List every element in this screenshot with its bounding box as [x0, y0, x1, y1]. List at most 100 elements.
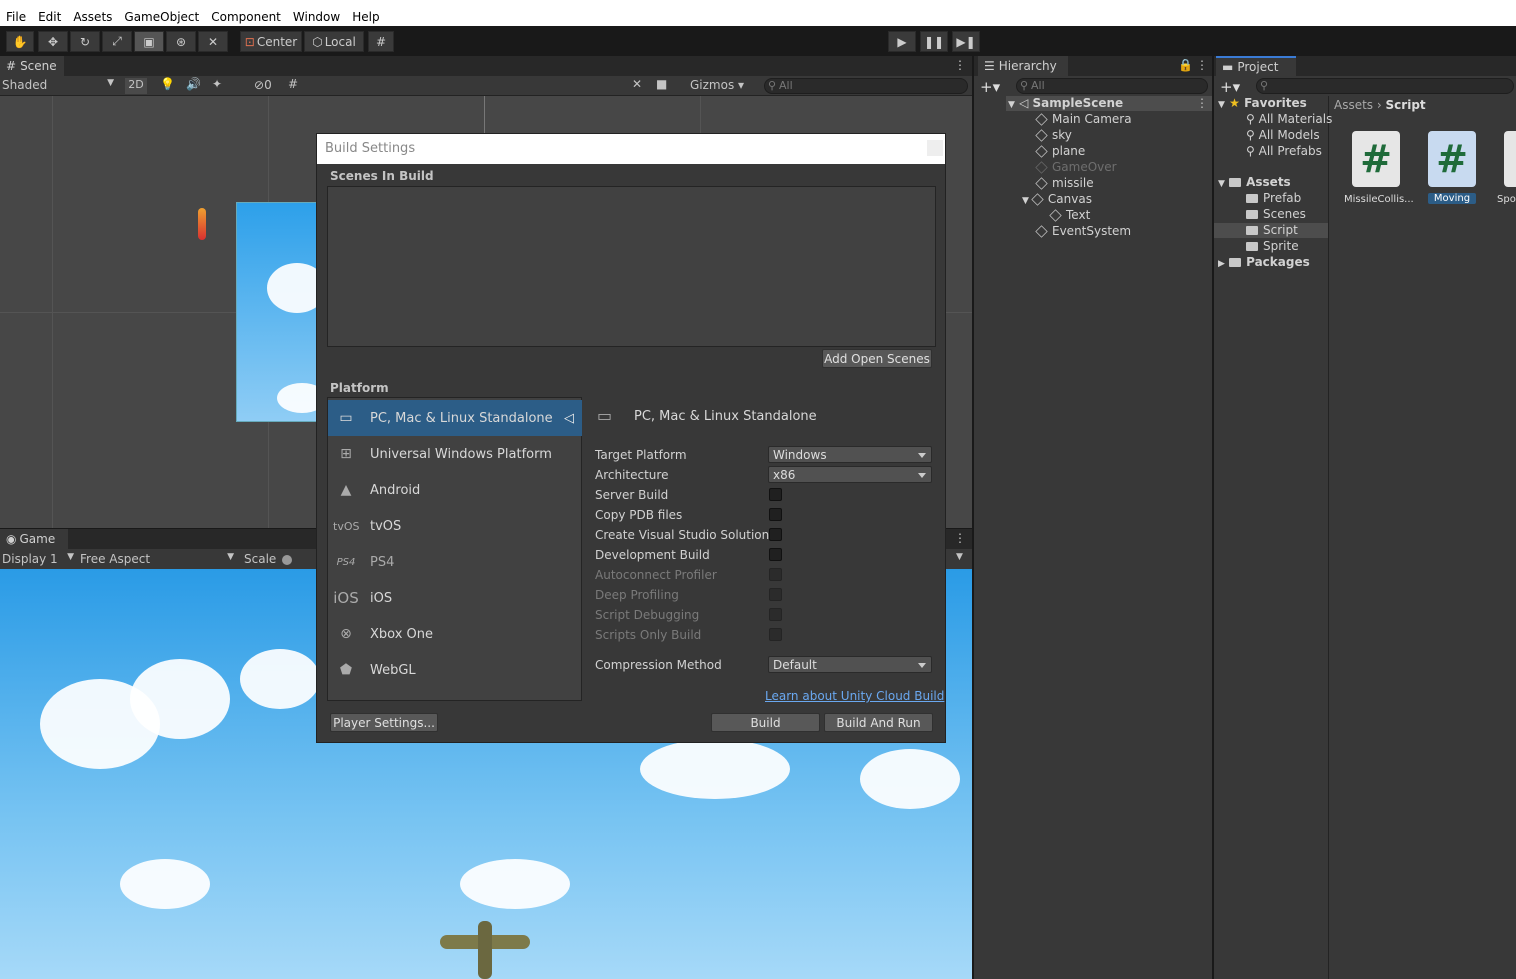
add-icon[interactable]: +▾ [980, 78, 1000, 96]
shading-dropdown[interactable]: Shaded ▼ [2, 78, 116, 94]
cloud-build-link[interactable]: Learn about Unity Cloud Build [765, 689, 944, 703]
scale-slider[interactable] [282, 555, 292, 565]
tab-game[interactable]: ◉ Game [0, 529, 68, 549]
transform-tool-icon[interactable]: ⊛ [166, 31, 196, 52]
menu-window[interactable]: Window [287, 10, 346, 24]
asset-folder[interactable]: Prefab [1246, 191, 1301, 205]
platform-item-ios[interactable]: iOS iOS [328, 580, 582, 616]
pause-button[interactable]: ❚❚ [920, 31, 948, 52]
tab-project[interactable]: ▬ Project [1216, 56, 1296, 76]
asset-file-label: MissileCollis... [1344, 194, 1414, 205]
aspect-dropdown[interactable]: Free Aspect ▼ [80, 552, 234, 566]
hierarchy-item[interactable]: ▼ Canvas [1022, 192, 1092, 206]
step-button[interactable]: ▶❚ [952, 31, 980, 52]
scene-menu-icon[interactable]: ⋮ [1196, 96, 1208, 110]
dev-build-checkbox[interactable] [769, 548, 782, 561]
menu-edit[interactable]: Edit [32, 10, 67, 24]
grid-snap-icon[interactable]: # [368, 31, 394, 52]
favorites-folder[interactable]: ▼ ★ Favorites [1218, 96, 1307, 110]
breadcrumb-item[interactable]: Assets [1334, 98, 1373, 112]
hierarchy-item[interactable]: EventSystem [1035, 224, 1131, 238]
favorite-item[interactable]: ⚲ All Prefabs [1246, 144, 1322, 158]
tools-icon[interactable]: ✕ [632, 77, 642, 91]
platform-item-pc[interactable]: ▭ PC, Mac & Linux Standalone ◁ [328, 400, 582, 436]
menu-gameobject[interactable]: GameObject [118, 10, 205, 24]
platform-item-ps4[interactable]: PS4 PS4 [328, 544, 582, 580]
item-label: All Prefabs [1258, 144, 1322, 158]
add-icon[interactable]: +▾ [1220, 78, 1240, 96]
add-open-scenes-button[interactable]: Add Open Scenes [822, 349, 932, 368]
build-button[interactable]: Build [711, 713, 820, 732]
copy-pdb-checkbox[interactable] [769, 508, 782, 521]
platform-item-xbox[interactable]: ⊗ Xbox One [328, 616, 582, 652]
hierarchy-item[interactable]: Text [1049, 208, 1090, 222]
hierarchy-item[interactable]: Main Camera [1035, 112, 1132, 126]
scene-search-input[interactable]: ⚲ All [764, 78, 968, 94]
hierarchy-item[interactable]: plane [1035, 144, 1086, 158]
menu-help[interactable]: Help [346, 10, 385, 24]
hierarchy-scene-item[interactable]: ▼ ◁ SampleScene [1008, 96, 1123, 110]
menu-component[interactable]: Component [205, 10, 287, 24]
display-dropdown[interactable]: Display 1 ▼ [2, 552, 74, 566]
2d-toggle[interactable]: 2D [125, 78, 147, 94]
scale-tool-icon[interactable]: ⤢ [102, 31, 132, 52]
play-button[interactable]: ▶ [888, 31, 916, 52]
server-build-checkbox[interactable] [769, 488, 782, 501]
chevron-down-icon[interactable]: ▼ [956, 552, 963, 562]
compression-dropdown[interactable]: Default [768, 656, 932, 673]
scenes-list[interactable] [327, 186, 936, 347]
hierarchy-item-inactive[interactable]: GameOver [1035, 160, 1117, 174]
item-label: plane [1052, 144, 1086, 158]
pivot-center-button[interactable]: ⊡ Center [240, 31, 302, 52]
assets-folder[interactable]: ▼ Assets [1218, 175, 1291, 189]
favorite-item[interactable]: ⚲ All Materials [1246, 112, 1332, 126]
build-and-run-button[interactable]: Build And Run [824, 713, 933, 732]
platform-item-uwp[interactable]: ⊞ Universal Windows Platform [328, 436, 582, 472]
game-menu-icon[interactable]: ⋮ [954, 531, 966, 545]
tab-scene[interactable]: # Scene [0, 56, 64, 76]
csharp-script-icon[interactable]: # [1352, 131, 1400, 187]
create-vs-checkbox[interactable] [769, 528, 782, 541]
csharp-script-icon[interactable]: # [1428, 131, 1476, 187]
player-settings-button[interactable]: Player Settings... [330, 713, 438, 732]
lock-icon[interactable]: 🔒 [1178, 58, 1193, 72]
audio-icon[interactable]: 🔊 [186, 77, 201, 91]
lighting-icon[interactable]: 💡 [160, 77, 175, 91]
hand-tool-icon[interactable]: ✋ [6, 31, 34, 52]
rotate-tool-icon[interactable]: ↻ [70, 31, 100, 52]
chevron-down-icon: ▼ [1218, 179, 1225, 189]
platform-item-tvos[interactable]: tvOS tvOS [328, 508, 582, 544]
target-platform-dropdown[interactable]: Windows [768, 446, 932, 463]
asset-folder[interactable]: Script [1246, 223, 1298, 237]
gizmos-dropdown[interactable]: Gizmos ▾ [690, 78, 744, 92]
close-icon[interactable] [927, 140, 943, 156]
hierarchy-item[interactable]: sky [1035, 128, 1072, 142]
platform-item-android[interactable]: ▲ Android [328, 472, 582, 508]
favorite-item[interactable]: ⚲ All Models [1246, 128, 1320, 142]
menu-assets[interactable]: Assets [67, 10, 118, 24]
platform-item-webgl[interactable]: ⬟ WebGL [328, 652, 582, 688]
architecture-dropdown[interactable]: x86 [768, 466, 932, 483]
custom-tool-icon[interactable]: ✕ [198, 31, 228, 52]
asset-folder[interactable]: Scenes [1246, 207, 1306, 221]
asset-folder[interactable]: Sprite [1246, 239, 1299, 253]
platform-label: PS4 [370, 554, 395, 570]
scene-menu-icon[interactable]: ⋮ [954, 58, 966, 72]
effects-icon[interactable]: ✦ [212, 77, 222, 91]
hierarchy-item[interactable]: missile [1035, 176, 1094, 190]
hierarchy-search-input[interactable]: ⚲ All [1016, 78, 1208, 94]
grid-toggle-icon[interactable]: # [288, 77, 298, 91]
cloud [640, 739, 790, 799]
hierarchy-menu-icon[interactable]: ⋮ [1196, 58, 1208, 72]
packages-folder[interactable]: ▶ Packages [1218, 255, 1310, 269]
project-search-input[interactable]: ⚲ [1256, 78, 1514, 94]
breadcrumb-item[interactable]: Script [1386, 98, 1426, 112]
pivot-local-button[interactable]: ⬡ Local [304, 31, 364, 52]
sprite-asset-icon[interactable] [1504, 131, 1516, 187]
rect-tool-icon[interactable]: ▣ [134, 31, 164, 52]
move-tool-icon[interactable]: ✥ [38, 31, 68, 52]
menu-file[interactable]: File [0, 10, 32, 24]
hidden-objects-icon[interactable]: ⊘0 [254, 78, 272, 92]
tab-hierarchy[interactable]: ☰ Hierarchy [978, 56, 1068, 76]
camera-icon[interactable]: ■ [656, 77, 667, 91]
